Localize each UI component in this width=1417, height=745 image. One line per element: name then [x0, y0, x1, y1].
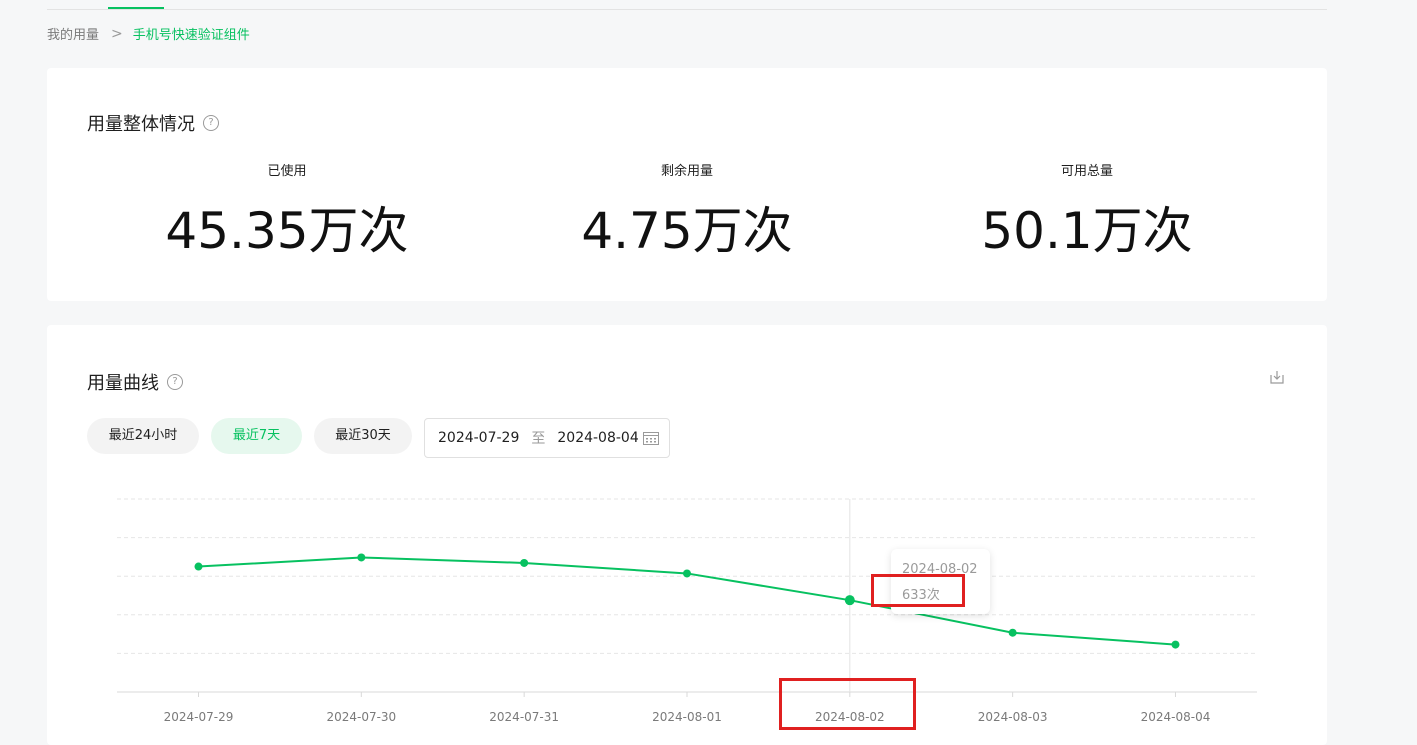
data-point — [357, 553, 366, 562]
data-point — [1008, 628, 1017, 637]
x-tick-label: 2024-07-31 — [489, 710, 559, 724]
x-tick-label: 2024-07-29 — [164, 710, 234, 724]
data-point — [520, 558, 529, 567]
highlight-box-x-label — [779, 678, 916, 730]
data-point — [682, 569, 691, 578]
data-point — [194, 562, 203, 571]
x-tick-label: 2024-08-04 — [1141, 710, 1211, 724]
data-point — [1171, 640, 1180, 649]
x-tick-label: 2024-08-03 — [978, 710, 1048, 724]
usage-line-chart: 2024-07-29 2024-07-30 2024-07-31 2024-08-01… — [117, 498, 1257, 724]
x-tick-label: 2024-08-01 — [652, 710, 722, 724]
highlight-box-tooltip-value — [871, 574, 965, 607]
data-point — [844, 595, 855, 606]
x-tick-label: 2024-07-30 — [326, 710, 396, 724]
